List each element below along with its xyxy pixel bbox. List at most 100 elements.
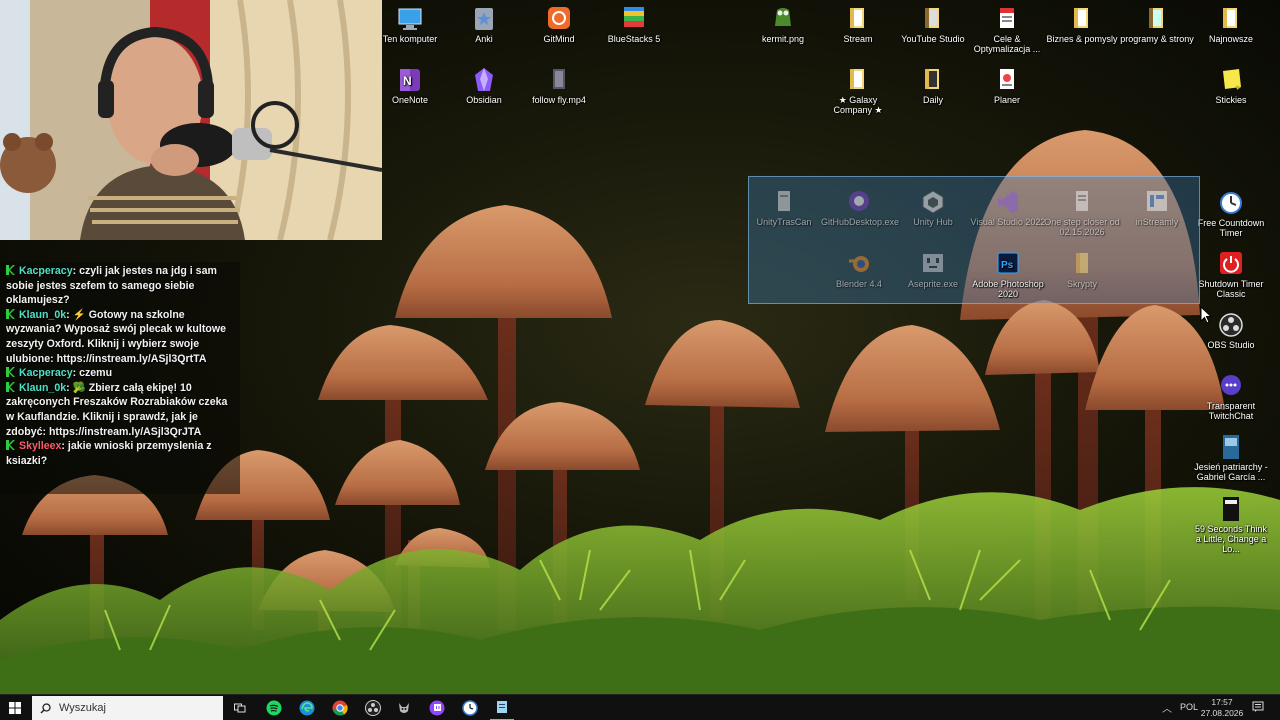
desktop-icon-follow-fly[interactable]: follow fly.mp4 <box>521 67 597 105</box>
tray-chevron-up-icon[interactable]: ︿ <box>1162 700 1172 715</box>
chat-message: Klaun_0k: 🥦 Zbierz całą ekipę! 10 zakręc… <box>6 381 228 438</box>
mouse-cursor-icon <box>1200 306 1212 324</box>
photoshop-icon: Ps <box>997 252 1019 274</box>
power-icon <box>1220 252 1242 274</box>
desktop-icon-planer[interactable]: Planer <box>969 67 1045 105</box>
desktop-fence-panel[interactable]: UnityTrasCan GitHubDesktop.exe Unity Hub… <box>748 176 1200 304</box>
taskbar-search-box[interactable]: Wyszukaj <box>32 696 223 720</box>
desktop-icon-programy-strony[interactable]: programy & strony <box>1119 6 1195 44</box>
fence-icon-visual-studio[interactable]: Visual Studio 2022 <box>970 189 1046 227</box>
tray-clock[interactable]: 17:57 27.08.2026 <box>1200 697 1244 719</box>
desktop-icon-stickies[interactable]: Stickies <box>1193 67 1269 105</box>
taskbar-chrome[interactable] <box>328 695 352 720</box>
aseprite-icon <box>923 254 943 272</box>
webcam-overlay <box>0 0 382 240</box>
desktop-icon-biznes-pomysly[interactable]: Biznes & pomysly <box>1044 6 1120 44</box>
task-view-button[interactable] <box>228 695 252 720</box>
chrome-icon <box>332 700 348 716</box>
chat-username: Klaun_0k <box>19 308 67 321</box>
desktop-icon-59-seconds[interactable]: 59 Seconds Think a Little, Change a Lo..… <box>1193 496 1269 554</box>
taskbar: Wyszukaj ︿ POL 17:57 27.08.2026 <box>0 694 1280 720</box>
folder-icon <box>850 69 864 89</box>
visual-studio-icon <box>998 191 1018 213</box>
monitor-icon <box>398 8 422 30</box>
tray-time: 17:57 <box>1211 697 1233 707</box>
document-icon <box>1000 8 1014 28</box>
document-icon <box>778 191 790 211</box>
folder-icon <box>850 8 864 28</box>
desktop-icon-galaxy-company[interactable]: ★ Galaxy Company ★ <box>820 67 896 115</box>
search-placeholder: Wyszukaj <box>59 702 106 714</box>
desktop-icon-bluestacks[interactable]: BlueStacks 5 <box>596 6 672 44</box>
document-icon <box>1076 191 1088 211</box>
desktop-icon-daily[interactable]: Daily <box>895 67 971 105</box>
folder-icon <box>1074 8 1088 28</box>
fence-icon-githubdesktop[interactable]: GitHubDesktop.exe <box>821 189 899 227</box>
chat-message: Skylleex: jakie wnioski przemyslenia z k… <box>6 440 212 467</box>
video-file-icon <box>553 69 565 89</box>
svg-text:Ps: Ps <box>1001 260 1014 271</box>
taskbar-clock-app[interactable] <box>458 695 482 720</box>
desktop-icon-stream[interactable]: Stream <box>820 6 896 44</box>
task-view-icon <box>234 703 246 713</box>
fence-icon-blender[interactable]: Blender 4.4 <box>821 251 897 289</box>
chat-message: Kacperacy: czyli jak jestes na jdg i sam… <box>6 265 217 307</box>
search-icon <box>40 702 51 714</box>
chat-username: Skylleex <box>19 440 62 453</box>
moderator-badge-icon <box>6 265 15 275</box>
fence-icon-skrypty[interactable]: Skrypty <box>1044 251 1120 289</box>
folder-icon <box>925 69 939 89</box>
fence-icon-one-step-closer[interactable]: One step closer od 02.15.2026 <box>1044 189 1120 237</box>
taskbar-gimp[interactable] <box>392 695 416 720</box>
desktop-icon-shutdown-timer[interactable]: Shutdown Timer Classic <box>1193 251 1269 299</box>
desktop-icon-ten-komputer[interactable]: Ten komputer <box>372 6 448 44</box>
folder-icon <box>1149 8 1163 28</box>
desktop-icon-free-countdown-timer[interactable]: Free Countdown Timer <box>1193 190 1269 238</box>
notepad-icon <box>497 701 507 713</box>
taskbar-edge[interactable] <box>295 695 319 720</box>
fence-icon-adobe-photoshop[interactable]: Ps Adobe Photoshop 2020 <box>970 251 1046 299</box>
fence-icon-aseprite[interactable]: Aseprite.exe <box>895 251 971 289</box>
desktop-icon-gitmind[interactable]: GitMind <box>521 6 597 44</box>
desktop-icon-transparent-twitchchat[interactable]: Transparent TwitchChat <box>1193 373 1269 421</box>
desktop-icon-youtube-studio[interactable]: YouTube Studio <box>895 6 971 44</box>
document-icon <box>1000 69 1014 89</box>
fence-icon-instreamly[interactable]: inStreamly <box>1119 189 1195 227</box>
taskbar-twitch[interactable] <box>425 695 449 720</box>
start-button[interactable] <box>0 695 30 720</box>
chat-message: Kacperacy: czemu <box>6 366 234 381</box>
taskbar-notepad[interactable] <box>490 695 514 720</box>
chat-message: Klaun_0k: ⚡ Gotowy na szkolne wyzwania? … <box>6 308 226 365</box>
notification-center-icon[interactable] <box>1252 701 1264 713</box>
blender-icon <box>849 256 869 272</box>
moderator-badge-icon <box>6 308 15 319</box>
taskbar-obs[interactable] <box>361 695 385 720</box>
chat-text: czemu <box>79 367 113 380</box>
obs-icon <box>365 700 381 716</box>
desktop-icon-anki[interactable]: Anki <box>446 6 522 44</box>
chat-icon <box>1221 375 1241 395</box>
clock-app-icon <box>462 700 478 716</box>
moderator-badge-icon <box>6 367 15 378</box>
folder-icon <box>1076 253 1088 273</box>
taskbar-spotify[interactable] <box>262 695 286 720</box>
fence-icon-unity-hub[interactable]: Unity Hub <box>895 189 971 227</box>
tray-date: 27.08.2026 <box>1200 708 1244 718</box>
desktop-icon-cele-optymalizacja[interactable]: Cele & Optymalizacja ... <box>969 6 1045 54</box>
timer-icon <box>1220 192 1242 214</box>
moderator-badge-icon <box>6 440 15 451</box>
desktop-icon-onenote[interactable]: N OneNote <box>372 67 448 105</box>
desktop-icon-kermit[interactable]: kermit.png <box>745 6 821 44</box>
fence-icon-unitytrascan[interactable]: UnityTrasCan <box>746 189 822 227</box>
svg-text:N: N <box>403 74 412 88</box>
image-file-icon <box>775 8 791 26</box>
chat-username: Kacperacy <box>19 265 73 277</box>
desktop-icon-jesien-patriarchy[interactable]: Jesień patriarchy - Gabriel García ... <box>1193 434 1269 482</box>
desktop-icon-najnowsze[interactable]: Najnowsze <box>1193 6 1269 44</box>
gitmind-icon <box>548 7 570 29</box>
gimp-icon <box>399 703 409 713</box>
book-icon <box>1223 435 1239 459</box>
tray-language[interactable]: POL <box>1180 702 1198 712</box>
moderator-badge-icon <box>6 381 15 392</box>
desktop-icon-obsidian[interactable]: Obsidian <box>446 67 522 105</box>
